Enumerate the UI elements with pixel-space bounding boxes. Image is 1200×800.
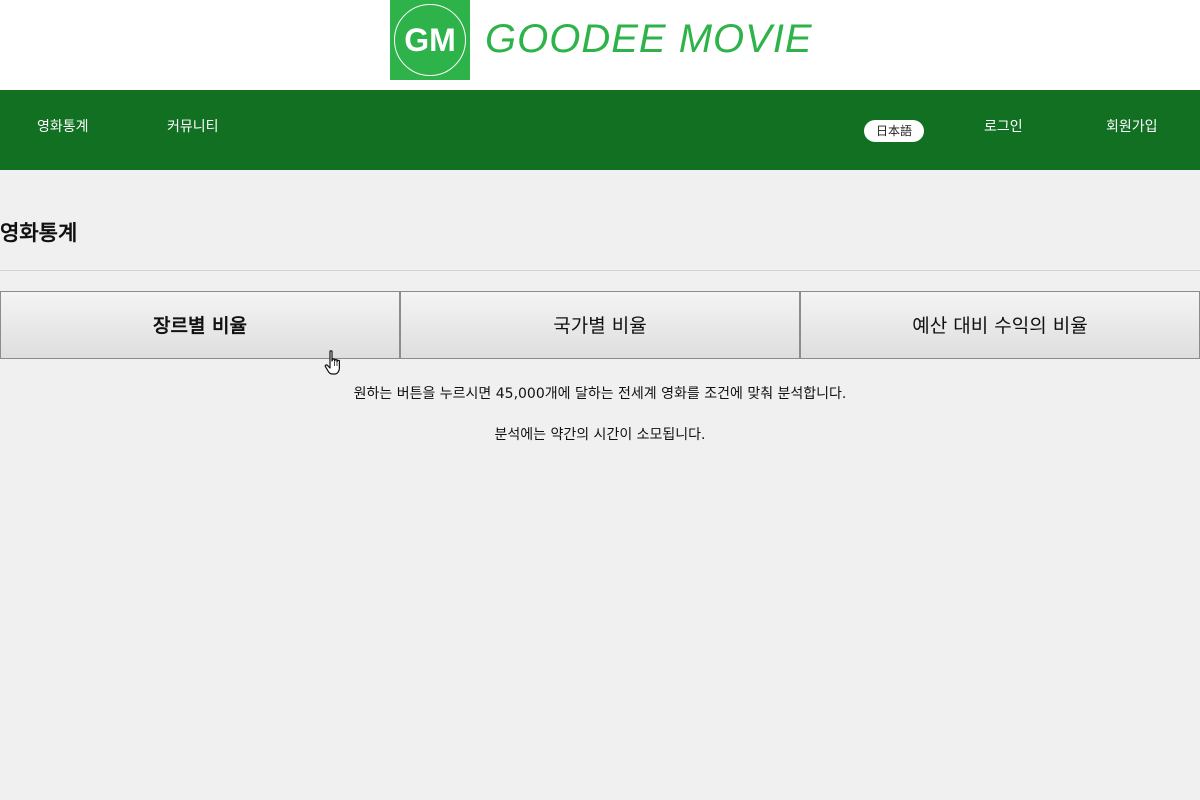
logo-icon[interactable]: GM (390, 0, 470, 80)
main-navbar: 영화통계 커뮤니티 日本語 로그인 회원가입 (0, 90, 1200, 170)
language-toggle-button[interactable]: 日本語 (864, 120, 924, 142)
login-link[interactable]: 로그인 (984, 90, 1023, 164)
info-text-line-2: 분석에는 약간의 시간이 소모됩니다. (494, 427, 706, 443)
signup-link[interactable]: 회원가입 (1106, 90, 1158, 164)
nav-item-movie-stats[interactable]: 영화통계 (37, 90, 89, 164)
genre-ratio-button[interactable]: 장르별 비율 (0, 291, 400, 359)
page-title: 영화통계 (0, 221, 78, 245)
brand-name[interactable]: GOODEE MOVIE (485, 14, 813, 64)
logo-letters: GM (404, 22, 456, 58)
title-divider (0, 270, 1200, 271)
hand-pointer-icon (324, 350, 340, 375)
nav-item-community[interactable]: 커뮤니티 (167, 90, 219, 164)
country-ratio-button[interactable]: 국가별 비율 (400, 291, 800, 359)
info-text-line-1: 원하는 버튼을 누르시면 45,000개에 달하는 전세계 영화를 조건에 맞춰… (353, 386, 847, 402)
site-header: GM GOODEE MOVIE (0, 0, 1200, 90)
budget-revenue-ratio-button[interactable]: 예산 대비 수익의 비율 (800, 291, 1200, 359)
